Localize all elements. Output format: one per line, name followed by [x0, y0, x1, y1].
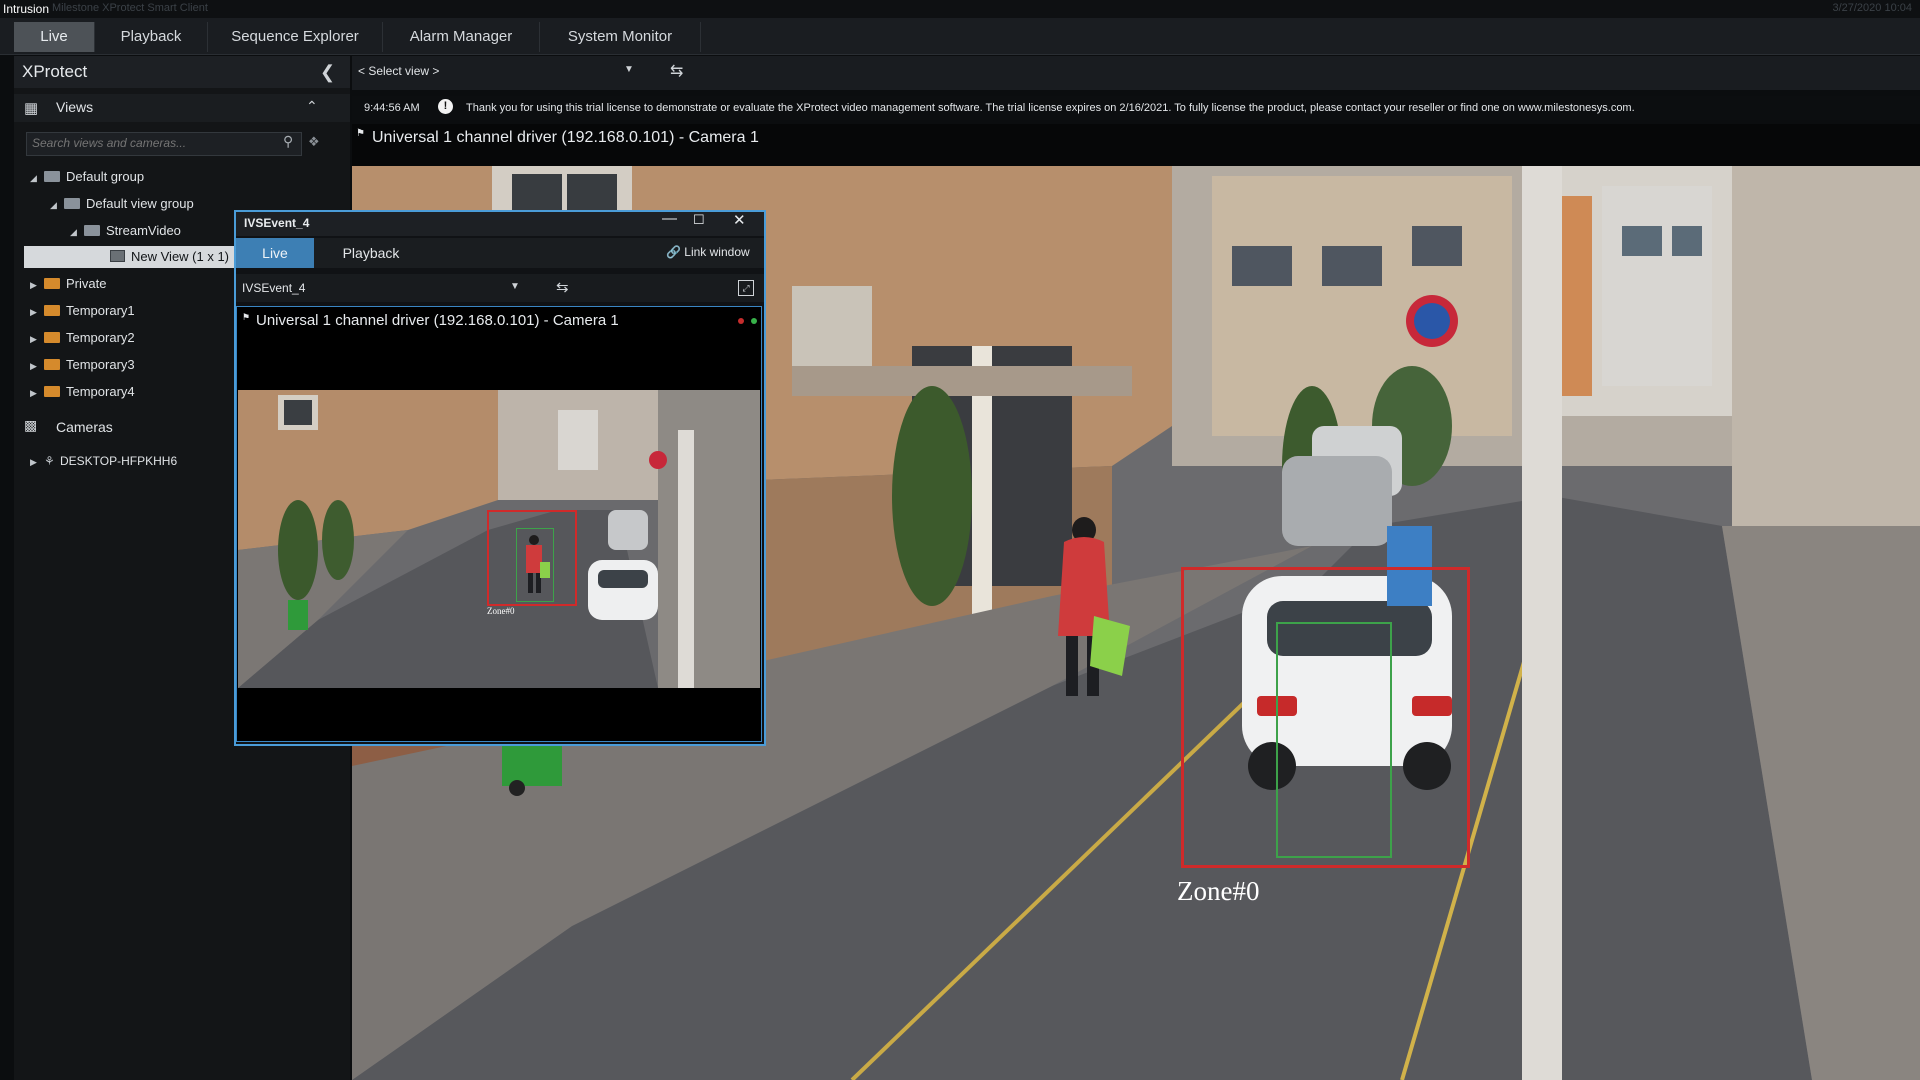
select-view-dropdown[interactable]: < Select view > [358, 64, 439, 78]
folder-icon [44, 305, 60, 316]
flag-icon: ⚑ [356, 128, 365, 139]
link-icon: 🔗 [666, 245, 681, 259]
tab-alarm-manager[interactable]: Alarm Manager [383, 22, 540, 52]
popup-detection-box-person [516, 528, 554, 602]
popup-view-select[interactable]: IVSEvent_4 [242, 281, 305, 295]
chevron-down-icon[interactable]: ▼ [624, 64, 634, 75]
popup-zone-label: Zone#0 [487, 606, 515, 616]
sync-icon[interactable]: ⇆ [556, 278, 569, 296]
zone-label: Zone#0 [1177, 876, 1260, 906]
folder-icon [44, 359, 60, 370]
expand-arrow-icon[interactable]: ▶ [30, 328, 44, 350]
live-indicator [751, 318, 757, 324]
expand-arrow-icon[interactable]: ◢ [70, 221, 84, 243]
popup-tab-playback[interactable]: Playback [316, 238, 426, 268]
flag-icon: ⚑ [242, 312, 251, 322]
server-icon: ⚘ [44, 454, 55, 468]
cameras-label: Cameras [56, 419, 113, 435]
tab-sequence-explorer[interactable]: Sequence Explorer [208, 22, 383, 52]
expand-arrow-icon[interactable]: ◢ [30, 167, 44, 189]
popup-camera-title: Universal 1 channel driver (192.168.0.10… [256, 312, 619, 329]
folder-icon [44, 386, 60, 397]
chevron-down-icon[interactable]: ▼ [510, 281, 520, 292]
window-caption: Intrusion [3, 2, 50, 16]
tree-item-streamvideo[interactable]: ◢ StreamVideo [70, 220, 181, 242]
recording-indicator [738, 318, 744, 324]
license-message: Thank you for using this trial license t… [466, 102, 1635, 114]
views-label: Views [56, 99, 94, 115]
folder-icon [44, 171, 60, 182]
tree-item-temporary4[interactable]: ▶ Temporary4 [30, 381, 135, 403]
tree-item-private[interactable]: ▶ Private [30, 273, 106, 295]
detection-box-person [1276, 622, 1392, 858]
chevron-up-icon[interactable]: ⌃ [306, 98, 318, 115]
camera-icon: ▩ [24, 417, 38, 433]
tree-item-default-view-group[interactable]: ◢ Default view group [50, 193, 194, 215]
filter-icon[interactable]: ❖ [308, 134, 320, 150]
tree-item-default-group[interactable]: ◢ Default group [30, 166, 144, 188]
search-icon[interactable]: ⚲ [283, 133, 293, 150]
sync-icon[interactable]: ⇆ [670, 61, 683, 81]
tab-live[interactable]: Live [14, 22, 95, 52]
expand-arrow-icon[interactable]: ▶ [30, 274, 44, 296]
tab-playback[interactable]: Playback [95, 22, 208, 52]
views-grid-icon: ▦ [24, 100, 39, 117]
app-title: Milestone XProtect Smart Client [52, 2, 208, 14]
popup-tab-live[interactable]: Live [236, 238, 314, 268]
view-toolbar [352, 56, 1920, 90]
popup-title: IVSEvent_4 [244, 216, 310, 230]
license-time: 9:44:56 AM [364, 102, 420, 114]
tree-item-temporary2[interactable]: ▶ Temporary2 [30, 327, 135, 349]
folder-icon [84, 225, 100, 236]
close-icon[interactable]: ✕ [733, 211, 746, 229]
expand-arrow-icon[interactable]: ▶ [30, 382, 44, 404]
chevron-left-icon[interactable]: ❮ [320, 62, 335, 83]
folder-icon [44, 332, 60, 343]
tab-system-monitor[interactable]: System Monitor [540, 22, 701, 52]
maximize-icon[interactable]: ☐ [693, 212, 705, 228]
tree-item-camera-server[interactable]: ▶ ⚘ DESKTOP-HFPKHH6 [30, 450, 177, 472]
folder-icon [44, 278, 60, 289]
tree-item-temporary1[interactable]: ▶ Temporary1 [30, 300, 135, 322]
view-layout-icon [110, 250, 125, 262]
tree-item-temporary3[interactable]: ▶ Temporary3 [30, 354, 135, 376]
popup-view-toolbar [236, 274, 764, 302]
search-input[interactable] [32, 136, 272, 150]
expand-arrow-icon[interactable]: ▶ [30, 451, 44, 473]
expand-arrow-icon[interactable]: ▶ [30, 355, 44, 377]
sidebar-title: XProtect [22, 62, 88, 81]
camera-title: Universal 1 channel driver (192.168.0.10… [372, 129, 759, 146]
folder-icon [64, 198, 80, 209]
link-window-button[interactable]: 🔗 Link window [666, 245, 750, 259]
expand-arrow-icon[interactable]: ◢ [50, 194, 64, 216]
tree-item-new-view[interactable]: New View (1 x 1) [110, 246, 229, 268]
info-icon: ! [438, 99, 453, 114]
clock-readout: 3/27/2020 10:04 [1832, 2, 1912, 14]
expand-arrow-icon[interactable]: ▶ [30, 301, 44, 323]
fullscreen-icon[interactable]: ⤢ [738, 280, 754, 296]
window-title-bar [0, 0, 1920, 18]
minimize-icon[interactable]: — [662, 210, 677, 227]
popup-title-bar[interactable] [236, 212, 764, 236]
